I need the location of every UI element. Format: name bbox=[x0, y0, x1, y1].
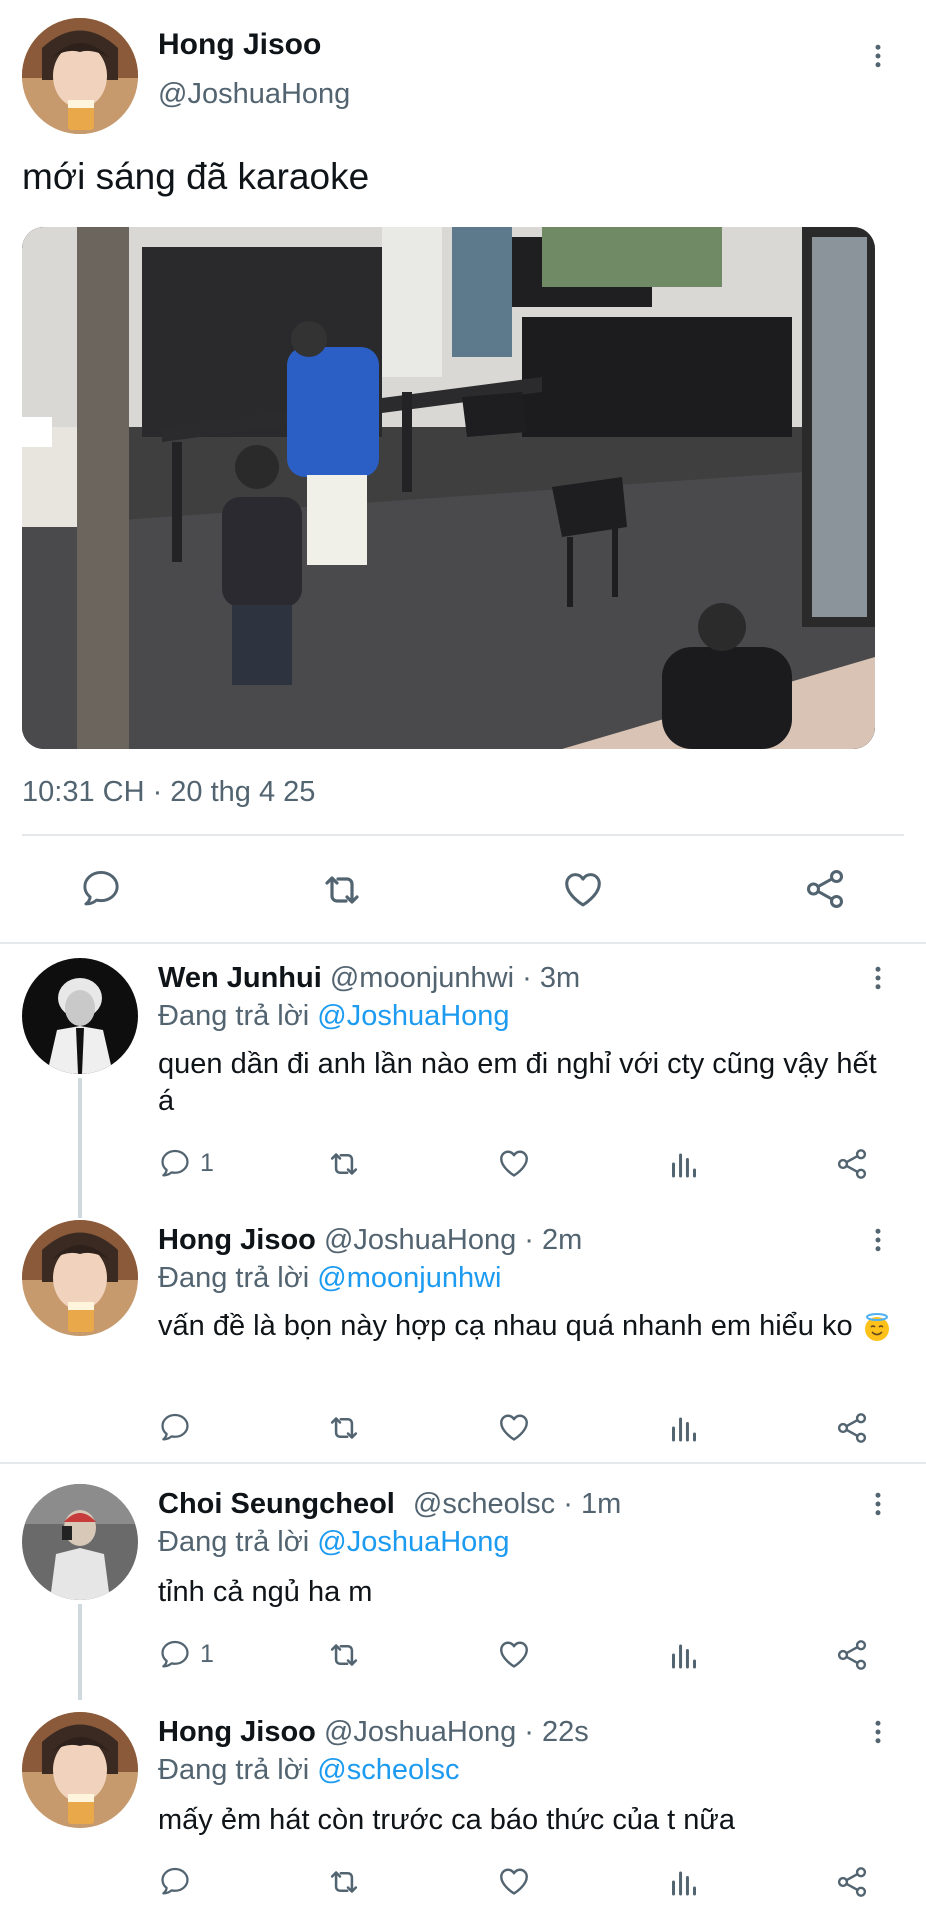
reply-author-name[interactable]: Choi Seungcheol bbox=[158, 1488, 395, 1520]
divider bbox=[0, 942, 926, 944]
reply-button[interactable] bbox=[79, 866, 123, 910]
views-button[interactable] bbox=[666, 1864, 702, 1900]
replying-to-handle[interactable]: @scheolsc bbox=[317, 1754, 459, 1786]
share-button[interactable] bbox=[802, 866, 848, 912]
retweet-button[interactable] bbox=[318, 866, 366, 914]
retweet-icon bbox=[325, 1409, 363, 1447]
share-icon bbox=[834, 1146, 870, 1182]
reply-button[interactable] bbox=[158, 1864, 192, 1898]
like-button[interactable] bbox=[496, 1636, 532, 1672]
reply-icon bbox=[158, 1864, 192, 1898]
author-name[interactable]: Hong Jisoo bbox=[158, 28, 321, 62]
reply-text: mấy ẻm hát còn trước ca báo thức của t n… bbox=[158, 1804, 735, 1836]
share-button[interactable] bbox=[834, 1637, 870, 1673]
reply-text: tỉnh cả ngủ ha m bbox=[158, 1576, 373, 1608]
like-button[interactable] bbox=[496, 1863, 532, 1899]
share-button[interactable] bbox=[834, 1410, 870, 1446]
replying-to-label: Đang trả lời bbox=[158, 1754, 310, 1786]
reply-text: vấn đề là bọn này hợp cạ nhau quá nhanh … bbox=[158, 1310, 853, 1342]
views-icon bbox=[666, 1864, 702, 1900]
retweet-button[interactable] bbox=[325, 1409, 363, 1447]
retweet-button[interactable] bbox=[325, 1145, 363, 1183]
heart-icon bbox=[560, 866, 606, 912]
thread-line bbox=[78, 1604, 82, 1700]
tweet-timestamp[interactable]: 10:31 CH · 20 thg 4 25 bbox=[22, 776, 315, 809]
reply-count: 1 bbox=[200, 1639, 214, 1668]
avatar[interactable] bbox=[22, 1484, 138, 1600]
retweet-button[interactable] bbox=[325, 1636, 363, 1674]
reply-author-name[interactable]: Hong Jisoo bbox=[158, 1716, 316, 1748]
retweet-icon bbox=[318, 866, 366, 914]
replying-to-handle[interactable]: @JoshuaHong bbox=[317, 1000, 509, 1032]
views-icon bbox=[666, 1637, 702, 1673]
reply-icon bbox=[158, 1146, 192, 1180]
like-button[interactable] bbox=[560, 866, 606, 912]
share-icon bbox=[834, 1637, 870, 1673]
thread-line bbox=[78, 1078, 82, 1218]
avatar[interactable] bbox=[22, 1712, 138, 1828]
avatar[interactable] bbox=[22, 18, 138, 134]
share-icon bbox=[834, 1410, 870, 1446]
reply-author-handle[interactable]: @scheolsc bbox=[413, 1488, 555, 1520]
reply-author-handle[interactable]: @JoshuaHong bbox=[324, 1716, 516, 1748]
retweet-icon bbox=[325, 1145, 363, 1183]
replying-to-handle[interactable]: @moonjunhwi bbox=[317, 1262, 501, 1294]
reply-button[interactable]: 1 bbox=[158, 1637, 214, 1671]
reply-time[interactable]: · 3m bbox=[522, 962, 580, 994]
reply-author-name[interactable]: Wen Junhui bbox=[158, 962, 322, 994]
retweet-icon bbox=[325, 1636, 363, 1674]
reply-icon bbox=[158, 1637, 192, 1671]
more-icon[interactable] bbox=[858, 1220, 898, 1260]
reply-text: quen dần đi anh lần nào em đi nghỉ với c… bbox=[158, 1048, 877, 1117]
share-button[interactable] bbox=[834, 1864, 870, 1900]
author-handle[interactable]: @JoshuaHong bbox=[158, 78, 350, 111]
more-icon[interactable] bbox=[858, 958, 898, 998]
heart-icon bbox=[496, 1409, 532, 1445]
share-button[interactable] bbox=[834, 1146, 870, 1182]
views-button[interactable] bbox=[666, 1146, 702, 1182]
tweet-media[interactable] bbox=[22, 227, 875, 749]
reply-icon bbox=[158, 1410, 192, 1444]
reply-author-handle[interactable]: @JoshuaHong bbox=[324, 1224, 516, 1256]
avatar[interactable] bbox=[22, 958, 138, 1074]
like-button[interactable] bbox=[496, 1145, 532, 1181]
reply-author-handle[interactable]: @moonjunhwi bbox=[330, 962, 514, 994]
heart-icon bbox=[496, 1636, 532, 1672]
reply-time[interactable]: · 22s bbox=[524, 1716, 588, 1748]
more-icon[interactable] bbox=[858, 1712, 898, 1752]
heart-icon bbox=[496, 1863, 532, 1899]
replying-to-label: Đang trả lời bbox=[158, 1262, 310, 1294]
retweet-icon bbox=[325, 1863, 363, 1901]
reply-icon bbox=[79, 866, 123, 910]
reply-time[interactable]: · 1m bbox=[563, 1488, 621, 1520]
share-icon bbox=[802, 866, 848, 912]
like-button[interactable] bbox=[496, 1409, 532, 1445]
replying-to-label: Đang trả lời bbox=[158, 1000, 310, 1032]
reply-button[interactable] bbox=[158, 1410, 192, 1444]
reply-button[interactable]: 1 bbox=[158, 1146, 214, 1180]
retweet-button[interactable] bbox=[325, 1863, 363, 1901]
tweet-text: mới sáng đã karaoke bbox=[22, 156, 370, 197]
replying-to-handle[interactable]: @JoshuaHong bbox=[317, 1526, 509, 1558]
heart-icon bbox=[496, 1145, 532, 1181]
views-button[interactable] bbox=[666, 1637, 702, 1673]
share-icon bbox=[834, 1864, 870, 1900]
more-icon[interactable] bbox=[858, 36, 898, 76]
divider bbox=[0, 1462, 926, 1464]
reply-count: 1 bbox=[200, 1148, 214, 1177]
divider bbox=[22, 834, 904, 836]
more-icon[interactable] bbox=[858, 1484, 898, 1524]
reply-time[interactable]: · 2m bbox=[524, 1224, 582, 1256]
reply-author-name[interactable]: Hong Jisoo bbox=[158, 1224, 316, 1256]
smiling-face-with-halo-icon bbox=[864, 1313, 889, 1342]
views-icon bbox=[666, 1410, 702, 1446]
avatar[interactable] bbox=[22, 1220, 138, 1336]
views-button[interactable] bbox=[666, 1410, 702, 1446]
replying-to-label: Đang trả lời bbox=[158, 1526, 310, 1558]
views-icon bbox=[666, 1146, 702, 1182]
